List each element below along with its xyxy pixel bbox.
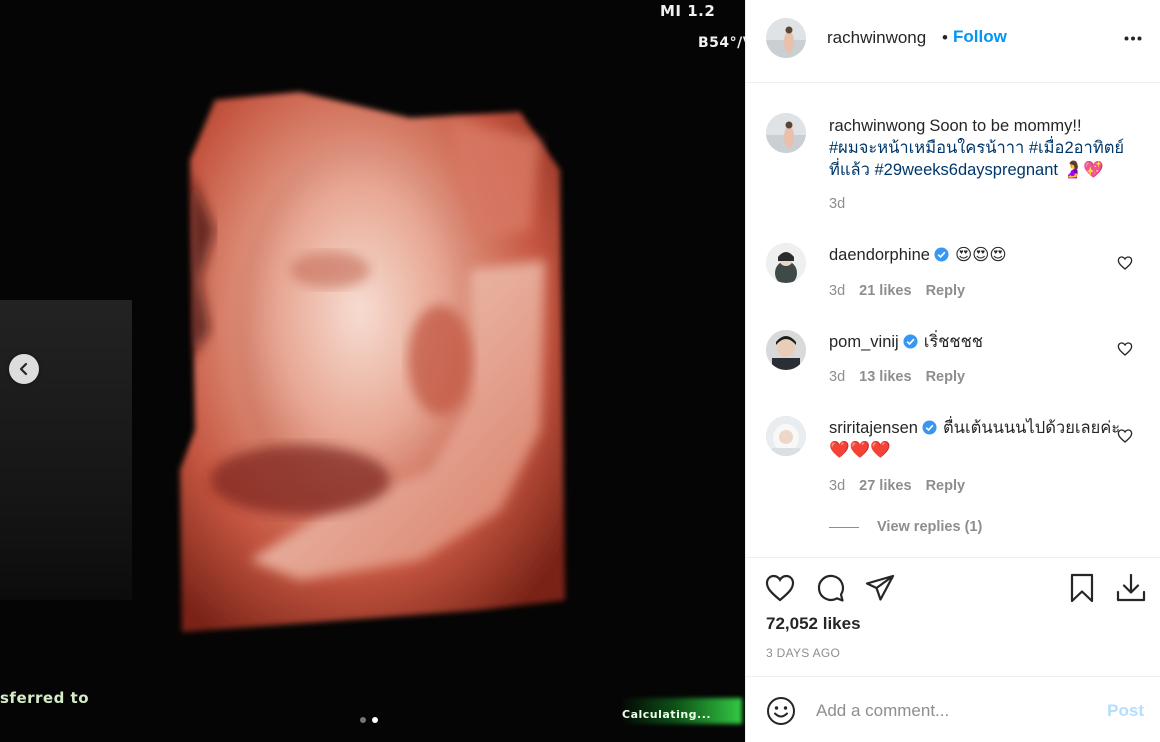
commenter-avatar[interactable] bbox=[766, 416, 806, 456]
scan-mi-label: MI 1.2 bbox=[660, 2, 716, 20]
separator-dot: • bbox=[942, 28, 948, 47]
comment-like-heart-icon[interactable] bbox=[1117, 341, 1133, 357]
post-header: rachwinwong • Follow bbox=[746, 0, 1160, 83]
comment-text: pom_vinij เริ่ชชชช bbox=[829, 331, 1131, 353]
carousel-dot[interactable] bbox=[360, 717, 366, 723]
commenter-avatar[interactable] bbox=[766, 330, 806, 370]
scan-calculating-label: Calculating... bbox=[622, 708, 712, 721]
comment-meta: 3d 21 likes Reply bbox=[829, 283, 965, 299]
comment-icon[interactable] bbox=[814, 572, 846, 604]
comment-text: sriritajensen ตื่นเต้นนนนไปด้วยเลยค่ะ❤️❤️… bbox=[829, 417, 1131, 461]
carousel-indicator bbox=[360, 717, 378, 723]
scan-probe-label: B54°/V bbox=[698, 35, 745, 51]
scan-transfer-label: sferred to bbox=[0, 689, 90, 707]
commenter-username[interactable]: daendorphine bbox=[829, 246, 930, 264]
add-comment-bar: Post bbox=[746, 676, 1160, 742]
share-icon[interactable] bbox=[864, 572, 896, 604]
verified-badge-icon bbox=[922, 420, 937, 435]
comment-like-heart-icon[interactable] bbox=[1117, 255, 1133, 271]
post-sidebar: rachwinwong • Follow rachwinwong Soon to … bbox=[745, 0, 1160, 742]
carousel-prev-button[interactable] bbox=[9, 354, 39, 384]
bookmark-icon[interactable] bbox=[1066, 572, 1098, 604]
chevron-left-icon bbox=[19, 362, 28, 376]
comment-body: 😍😍😍 bbox=[954, 245, 1007, 264]
comment-meta: 3d 27 likes Reply bbox=[829, 478, 965, 494]
reply-button[interactable]: Reply bbox=[926, 369, 966, 385]
caption-username[interactable]: rachwinwong bbox=[829, 117, 925, 135]
reply-button[interactable]: Reply bbox=[926, 478, 966, 494]
caption-emojis: 🤰💖 bbox=[1062, 160, 1104, 179]
replies-divider bbox=[829, 526, 859, 528]
caption-body: Soon to be mommy!! bbox=[929, 117, 1082, 135]
verified-badge-icon bbox=[903, 334, 918, 349]
view-replies-button[interactable]: View replies (1) bbox=[829, 519, 982, 535]
reply-button[interactable]: Reply bbox=[926, 283, 966, 299]
emoji-icon[interactable] bbox=[766, 696, 796, 726]
comment-meta: 3d 13 likes Reply bbox=[829, 369, 965, 385]
caption-text: rachwinwong Soon to be mommy!! #ผมจะหน้าเ… bbox=[829, 115, 1131, 181]
comment-likes[interactable]: 13 likes bbox=[859, 369, 911, 385]
commenter-username[interactable]: pom_vinij bbox=[829, 333, 899, 351]
commenter-avatar[interactable] bbox=[766, 243, 806, 283]
comment-input[interactable] bbox=[816, 697, 1086, 725]
post-actions bbox=[746, 557, 1160, 617]
author-avatar[interactable] bbox=[766, 18, 806, 58]
caption-hashtag-weeks[interactable]: #29weeks6dayspregnant bbox=[874, 161, 1057, 179]
commenter-username[interactable]: sriritajensen bbox=[829, 419, 918, 437]
comment-likes[interactable]: 21 likes bbox=[859, 283, 911, 299]
like-count[interactable]: 72,052 likes bbox=[766, 614, 861, 634]
more-options-button[interactable] bbox=[1121, 26, 1145, 50]
more-horizontal-icon bbox=[1124, 36, 1142, 40]
heart-icon[interactable] bbox=[764, 572, 796, 604]
comment-body: เริ่ชชชช bbox=[923, 333, 983, 351]
comment-time[interactable]: 3d bbox=[829, 478, 845, 494]
comment-time[interactable]: 3d bbox=[829, 369, 845, 385]
caption-avatar[interactable] bbox=[766, 113, 806, 153]
author-username[interactable]: rachwinwong bbox=[827, 28, 926, 48]
verified-badge-icon bbox=[934, 247, 949, 262]
post-media: MI 1.2 B54°/V sferred to Calculating... bbox=[0, 0, 745, 742]
caption-meta: 3d bbox=[829, 196, 845, 212]
view-replies-label: View replies (1) bbox=[877, 519, 983, 535]
comment-text: daendorphine 😍😍😍 bbox=[829, 244, 1131, 266]
download-icon[interactable] bbox=[1115, 572, 1147, 604]
follow-button[interactable]: Follow bbox=[953, 27, 1007, 47]
post-date[interactable]: 3 DAYS AGO bbox=[766, 646, 840, 660]
comment-likes[interactable]: 27 likes bbox=[859, 478, 911, 494]
caption-time[interactable]: 3d bbox=[829, 196, 845, 212]
carousel-dot-active[interactable] bbox=[372, 717, 378, 723]
ultrasound-image bbox=[180, 92, 565, 632]
post-comment-button[interactable]: Post bbox=[1107, 701, 1144, 721]
comment-like-heart-icon[interactable] bbox=[1117, 428, 1133, 444]
comment-time[interactable]: 3d bbox=[829, 283, 845, 299]
